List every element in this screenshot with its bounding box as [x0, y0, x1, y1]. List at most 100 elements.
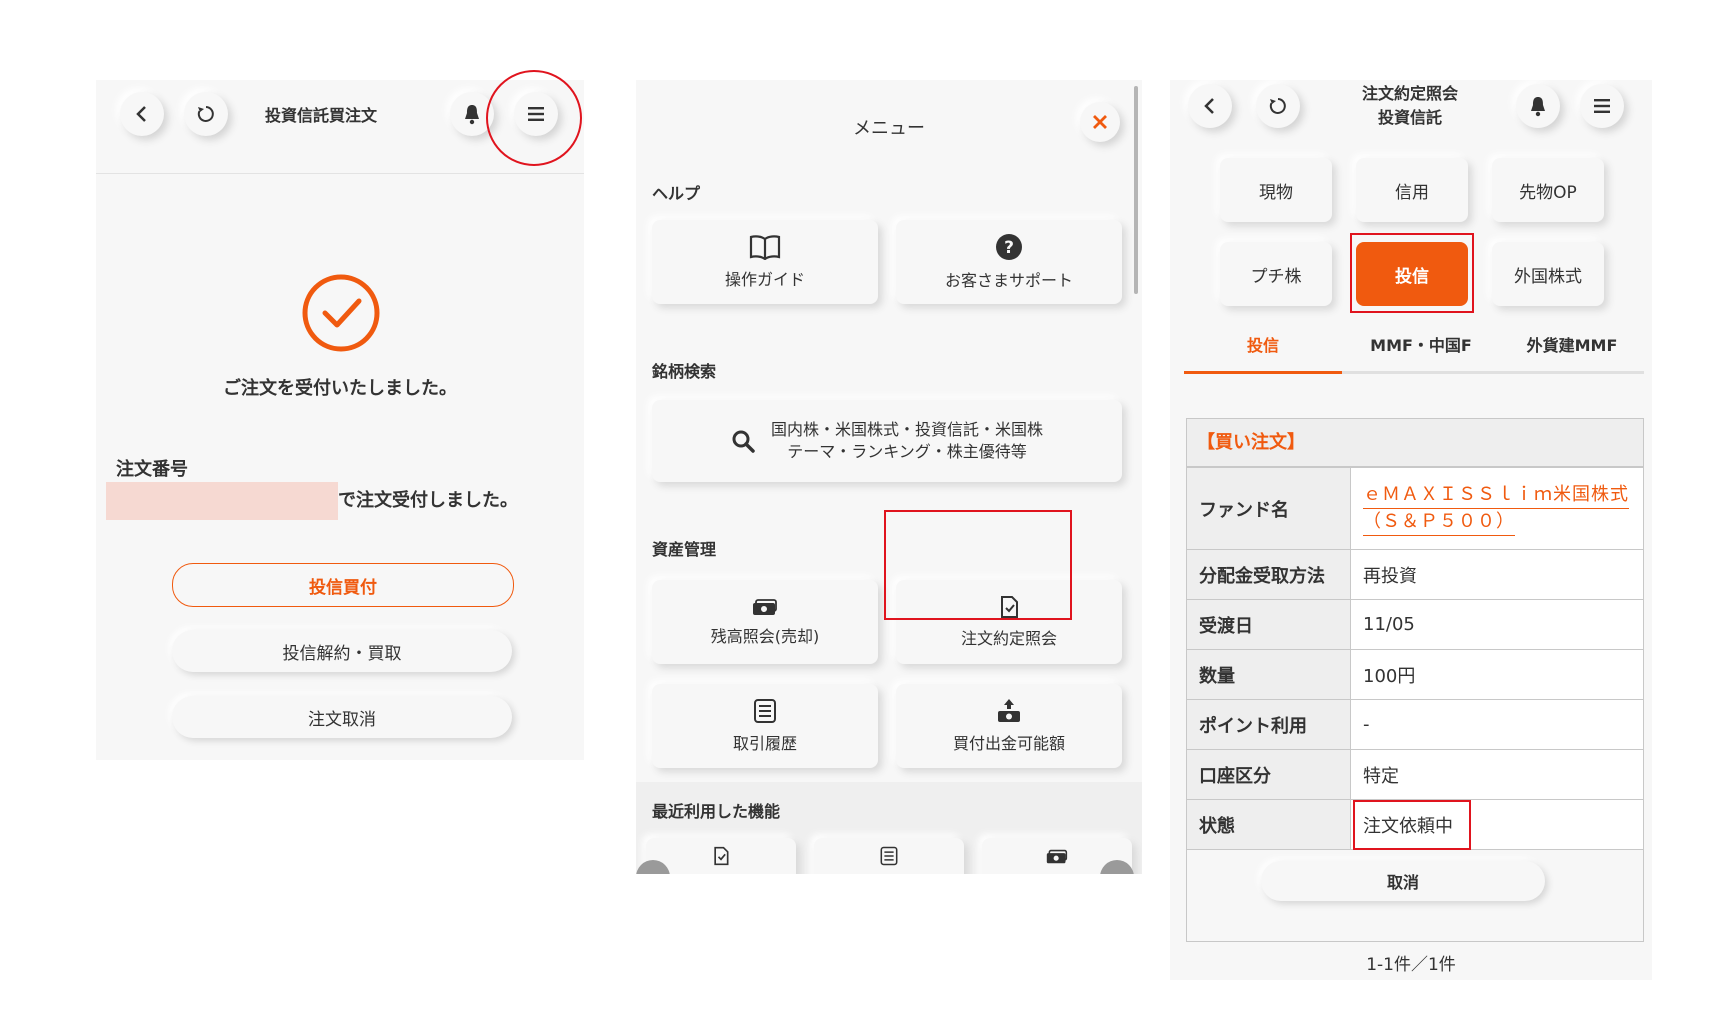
row-value: 100円: [1350, 649, 1644, 700]
support-card[interactable]: ? お客さまサポート: [896, 220, 1122, 304]
menu-button[interactable]: [1580, 84, 1624, 128]
row-value: 特定: [1350, 749, 1644, 800]
menu-scrollbar[interactable]: [1134, 86, 1138, 294]
close-icon: [1093, 115, 1107, 129]
table-row: 数量 100円: [1186, 649, 1644, 700]
order-complete-panel: 投資信託買注文 ご注文を受付いたしました。 注文番号 で注文受付しました。 投信…: [96, 70, 584, 760]
search-section-title: 銘柄検索: [652, 362, 717, 381]
refresh-button[interactable]: [184, 92, 228, 136]
table-row: 分配金受取方法 再投資: [1186, 549, 1644, 600]
category-genbutsu[interactable]: 現物: [1220, 158, 1332, 222]
check-circle-icon: [302, 274, 380, 352]
recent-item-history[interactable]: [814, 838, 964, 874]
category-label: プチ株: [1250, 266, 1302, 287]
list-icon: [754, 699, 776, 723]
success-message: ご注文を受付いたしました。: [223, 378, 457, 399]
fund-name-key: ファンド名: [1186, 467, 1351, 550]
header-divider: [96, 173, 584, 174]
menu-highlight-circle: [486, 70, 582, 166]
page-title: 投資信託買注文: [264, 106, 377, 125]
balance-label: 残高照会(売却): [710, 627, 820, 646]
category-foreign-stock[interactable]: 外国株式: [1492, 242, 1604, 306]
table-row: 口座区分 特定: [1186, 749, 1644, 800]
page-title: 注文約定照会 投資信託: [1310, 82, 1510, 130]
fund-name-value[interactable]: ｅＭＡＸＩＳＳｌｉｍ米国株式 （Ｓ＆Ｐ５００）: [1350, 467, 1644, 550]
list-icon: [880, 846, 898, 866]
stock-search-card[interactable]: 国内株・米国株式・投資信託・米国株 テーマ・ランキング・株主優待等: [652, 400, 1122, 482]
history-label: 取引履歴: [732, 734, 797, 753]
category-label: 現物: [1259, 182, 1293, 203]
row-key: 口座区分: [1186, 749, 1351, 800]
cash-withdraw-icon: [998, 699, 1020, 722]
category-label: 先物OP: [1519, 182, 1577, 203]
row-value: 再投資: [1350, 549, 1644, 600]
close-button[interactable]: [1080, 102, 1120, 142]
recent-section: 最近利用した機能: [636, 782, 1142, 874]
notification-button[interactable]: [1516, 84, 1560, 128]
fund-name-line-1[interactable]: ｅＭＡＸＩＳＳｌｉｍ米国株式: [1363, 482, 1629, 509]
row-key: 分配金受取方法: [1186, 549, 1351, 600]
fund-name-line-2[interactable]: （Ｓ＆Ｐ５００）: [1363, 509, 1515, 536]
money-icon: [753, 599, 777, 615]
order-card: 【買い注文】 ファンド名 ｅＭＡＸＩＳＳｌｉｍ米国株式 （Ｓ＆Ｐ５００） 分配金…: [1186, 418, 1644, 942]
balance-card[interactable]: 残高照会(売却): [652, 580, 878, 664]
refresh-button[interactable]: [1256, 84, 1300, 128]
order-section-header: 【買い注文】: [1187, 419, 1643, 467]
category-futures-options[interactable]: 先物OP: [1492, 158, 1604, 222]
order-inquiry-label: 注文約定照会: [960, 629, 1057, 648]
category-petit-stock[interactable]: プチ株: [1220, 242, 1332, 306]
status-highlight: [1353, 800, 1471, 850]
hamburger-icon: [1594, 99, 1610, 113]
search-text: 国内株・米国株式・投資信託・米国株 テーマ・ランキング・株主優待等: [771, 419, 1043, 463]
table-row: ポイント利用 -: [1186, 699, 1644, 750]
cancel-order-button[interactable]: 取消: [1261, 861, 1545, 901]
status-key: 状態: [1186, 799, 1351, 850]
row-key: ポイント利用: [1186, 699, 1351, 750]
svg-text:?: ?: [1004, 238, 1014, 258]
tab-mmf-china[interactable]: MMF・中国F: [1342, 332, 1500, 374]
row-key: 数量: [1186, 649, 1351, 700]
status-value: 注文依頼中: [1350, 799, 1644, 850]
buying-power-label: 買付出金可能額: [952, 734, 1065, 753]
fund-sell-button[interactable]: 投信解約・買取: [172, 630, 512, 672]
bell-icon: [1531, 97, 1545, 117]
tab-foreign-mmf[interactable]: 外貨建MMF: [1500, 332, 1644, 374]
result-count: 1-1件／1件: [1366, 955, 1456, 975]
fund-buy-button[interactable]: 投信買付: [172, 563, 514, 607]
refresh-icon: [1269, 98, 1286, 114]
order-inquiry-highlight: [884, 510, 1072, 620]
buying-power-card[interactable]: 買付出金可能額: [896, 684, 1122, 768]
back-button[interactable]: [1188, 84, 1232, 128]
back-button[interactable]: [120, 92, 164, 136]
recent-section-title: 最近利用した機能: [652, 802, 781, 821]
order-number-redacted: [106, 482, 338, 520]
money-icon: [1046, 849, 1068, 864]
order-cancel-button[interactable]: 注文取消: [172, 696, 512, 738]
search-line-2: テーマ・ランキング・株主優待等: [787, 442, 1027, 461]
support-label: お客さまサポート: [944, 271, 1073, 290]
chevron-left-icon: [136, 106, 146, 122]
assets-section-title: 資産管理: [652, 540, 717, 559]
guide-card[interactable]: 操作ガイド: [652, 220, 878, 304]
question-circle-icon: ?: [996, 234, 1022, 260]
category-highlight: [1350, 233, 1474, 313]
search-line-1: 国内株・米国株式・投資信託・米国株: [770, 420, 1043, 439]
order-number-suffix: で注文受付しました。: [338, 490, 518, 511]
document-check-icon: [714, 846, 729, 866]
recent-item-order-inquiry[interactable]: [646, 838, 796, 874]
row-key: 受渡日: [1186, 599, 1351, 650]
category-shinyo[interactable]: 信用: [1356, 158, 1468, 222]
book-icon: [749, 235, 781, 260]
tab-investment-trust[interactable]: 投信: [1184, 332, 1342, 374]
category-label: 信用: [1395, 182, 1429, 203]
table-row: 状態 注文依頼中: [1186, 799, 1644, 850]
category-label: 外国株式: [1514, 266, 1582, 287]
page-title-line-1: 注文約定照会: [1361, 84, 1458, 103]
table-row: ファンド名 ｅＭＡＸＩＳＳｌｉｍ米国株式 （Ｓ＆Ｐ５００）: [1186, 467, 1644, 550]
menu-panel: メニュー ヘルプ 操作ガイド ? お客さまサポート 銘柄検索 国内株・米国株式・…: [636, 80, 1142, 874]
refresh-icon: [197, 106, 214, 122]
menu-title: メニュー: [853, 118, 925, 139]
history-card[interactable]: 取引履歴: [652, 684, 878, 768]
table-row: 受渡日 11/05: [1186, 599, 1644, 650]
row-value: 11/05: [1350, 599, 1644, 650]
